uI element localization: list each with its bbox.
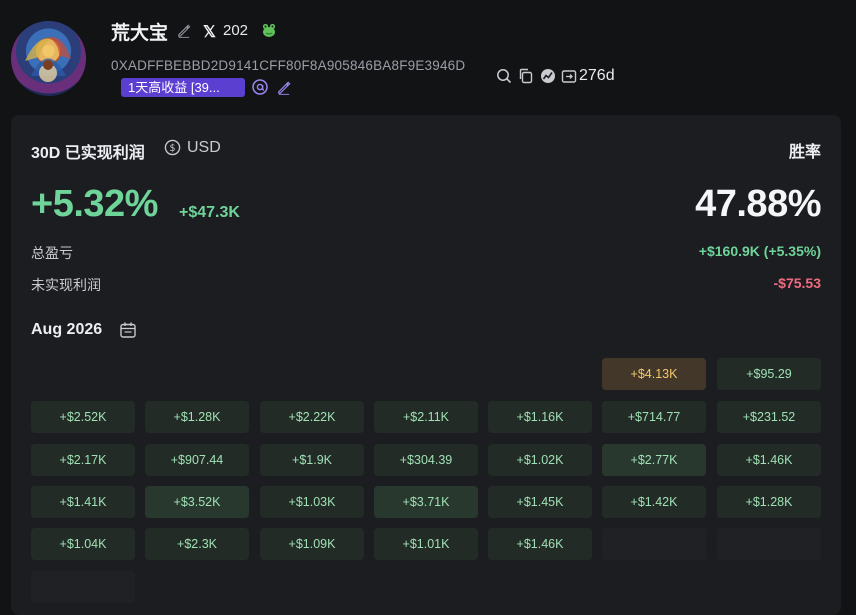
calendar-day-cell[interactable]: +$907.44	[145, 444, 249, 476]
chart-icon[interactable]	[540, 68, 556, 84]
at-icon[interactable]	[252, 79, 268, 95]
calendar-day-cell[interactable]: +$1.16K	[488, 401, 592, 433]
wallet-address[interactable]: 0XADFFBEBBD2D9141CFF80F8A905846BA8F9E394…	[111, 58, 465, 73]
unrealized-pnl-value: -$75.53	[773, 275, 821, 291]
calendar-day-cell[interactable]: +$3.71K	[374, 486, 478, 518]
calendar-day-cell[interactable]: +$1.46K	[488, 528, 592, 560]
calendar-month[interactable]: Aug 2026	[31, 321, 102, 339]
calendar-day-cell[interactable]: +$2.11K	[374, 401, 478, 433]
frog-icon[interactable]	[260, 21, 278, 39]
edit-tag-icon[interactable]	[276, 80, 291, 95]
calendar-day-cell[interactable]: +$3.52K	[145, 486, 249, 518]
calendar-day-cell[interactable]: +$1.41K	[31, 486, 135, 518]
calendar-day-cell[interactable]: +$304.39	[374, 444, 478, 476]
winrate-label: 胜率	[788, 144, 821, 161]
svg-text:$: $	[169, 143, 175, 154]
wallet-tag[interactable]: 1天高收益 [39...	[121, 78, 245, 97]
calendar-icon[interactable]	[119, 321, 137, 339]
edit-icon[interactable]	[176, 23, 191, 38]
calendar-day-cell[interactable]: +$2.52K	[31, 401, 135, 433]
winrate-value: 47.88%	[695, 183, 821, 225]
calendar-day-cell[interactable]: +$714.77	[602, 401, 706, 433]
calendar-day-cell[interactable]: +$1.01K	[374, 528, 478, 560]
pnl-percent: +5.32%	[31, 183, 158, 225]
pnl-card: 30D 已实现利润 $ USD 胜率 +5.32% +$47.3K 47.88%…	[11, 115, 841, 615]
calendar-day-cell[interactable]: +$4.13K	[602, 358, 706, 390]
calendar-day-empty	[31, 571, 135, 603]
copy-icon[interactable]	[518, 68, 534, 84]
avatar[interactable]	[11, 21, 86, 96]
currency-label[interactable]: USD	[187, 139, 221, 157]
calendar-day-cell[interactable]: +$1.9K	[260, 444, 364, 476]
currency-switch-icon[interactable]: $	[164, 139, 181, 156]
calendar-day-cell[interactable]: +$1.42K	[602, 486, 706, 518]
calendar-day-empty	[602, 528, 706, 560]
x-icon[interactable]: 𝕏	[203, 22, 216, 42]
calendar-day-cell[interactable]: +$231.52	[717, 401, 821, 433]
calendar-day-cell[interactable]: +$1.04K	[31, 528, 135, 560]
profile-name: 荒大宝	[111, 23, 169, 44]
calendar-day-cell[interactable]: +$2.17K	[31, 444, 135, 476]
calendar-day-cell[interactable]: +$2.22K	[260, 401, 364, 433]
total-pnl-value: +$160.9K (+5.35%)	[698, 243, 821, 259]
wallet-icon[interactable]	[561, 68, 577, 84]
calendar-day-cell[interactable]: +$2.3K	[145, 528, 249, 560]
search-icon[interactable]	[496, 68, 512, 84]
calendar-day-cell[interactable]: +$1.28K	[145, 401, 249, 433]
calendar-day-cell[interactable]: +$1.09K	[260, 528, 364, 560]
calendar-day-cell[interactable]: +$2.77K	[602, 444, 706, 476]
pnl-title: 30D 已实现利润	[31, 145, 145, 162]
calendar-day-cell[interactable]: +$1.46K	[717, 444, 821, 476]
calendar-day-cell[interactable]: +$1.03K	[260, 486, 364, 518]
wallet-age: 276d	[579, 67, 615, 84]
unrealized-pnl-label: 未实现利润	[31, 277, 101, 293]
x-follower-count: 202	[223, 22, 249, 39]
pnl-amount: +$47.3K	[179, 204, 240, 221]
calendar-day-empty	[717, 528, 821, 560]
avatar-image	[25, 36, 71, 82]
total-pnl-label: 总盈亏	[31, 245, 73, 261]
calendar-day-cell[interactable]: +$1.28K	[717, 486, 821, 518]
calendar-day-cell[interactable]: +$1.45K	[488, 486, 592, 518]
profile-header: 荒大宝 𝕏 202 0XADFFBEBBD2D9141CFF80F8A90584…	[0, 0, 856, 112]
calendar-day-cell[interactable]: +$95.29	[717, 358, 821, 390]
calendar-day-cell[interactable]: +$1.02K	[488, 444, 592, 476]
